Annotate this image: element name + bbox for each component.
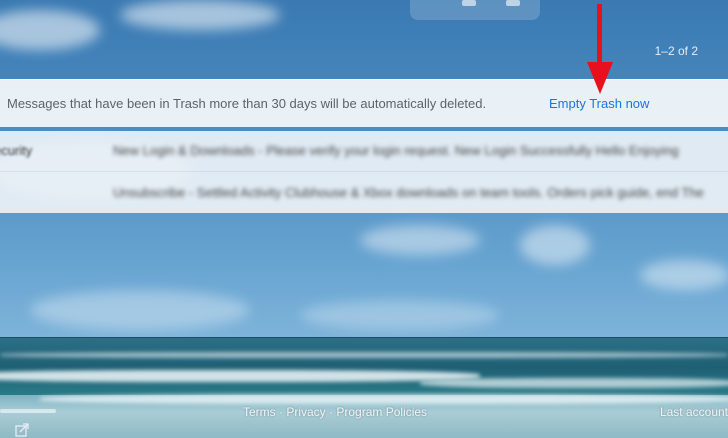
cloud	[120, 0, 280, 30]
toolbar-remnant	[410, 0, 540, 20]
footer-separator: ·	[275, 405, 287, 419]
table-row[interactable]: ecurity New Login & Downloads - Please v…	[0, 131, 728, 172]
storage-bar	[0, 409, 56, 413]
wave	[420, 378, 728, 388]
empty-trash-button[interactable]: Empty Trash now	[549, 96, 649, 111]
external-link-icon[interactable]	[15, 423, 29, 437]
footer-separator: ·	[325, 405, 337, 419]
cloud	[300, 300, 500, 330]
cloud	[640, 260, 728, 290]
red-arrow-annotation	[587, 4, 613, 94]
footer-links: Terms · Privacy · Program Policies	[243, 405, 427, 419]
pagination-info: 1–2 of 2	[654, 44, 698, 58]
wave	[0, 352, 728, 358]
cloud	[30, 290, 250, 330]
wave	[40, 394, 728, 404]
message-sender: ecurity	[0, 143, 33, 158]
table-row[interactable]: Unsubscribe - Settled Activity Clubhouse…	[0, 173, 728, 213]
trash-notice-bar: Messages that have been in Trash more th…	[0, 79, 728, 127]
message-list: ecurity New Login & Downloads - Please v…	[0, 131, 728, 213]
terms-link[interactable]: Terms	[243, 405, 276, 419]
trash-notice-text: Messages that have been in Trash more th…	[7, 96, 487, 111]
program-policies-link[interactable]: Program Policies	[336, 405, 427, 419]
toolbar-icon[interactable]	[506, 0, 520, 6]
cloud	[520, 225, 590, 265]
message-snippet: Unsubscribe - Settled Activity Clubhouse…	[113, 185, 704, 200]
wave	[0, 370, 480, 382]
background-image	[0, 0, 728, 438]
last-account-activity: Last account	[659, 405, 728, 419]
cloud	[360, 225, 480, 255]
message-snippet: New Login & Downloads - Please verify yo…	[113, 143, 679, 158]
toolbar-icon[interactable]	[462, 0, 476, 6]
sea	[0, 338, 728, 398]
privacy-link[interactable]: Privacy	[286, 405, 325, 419]
